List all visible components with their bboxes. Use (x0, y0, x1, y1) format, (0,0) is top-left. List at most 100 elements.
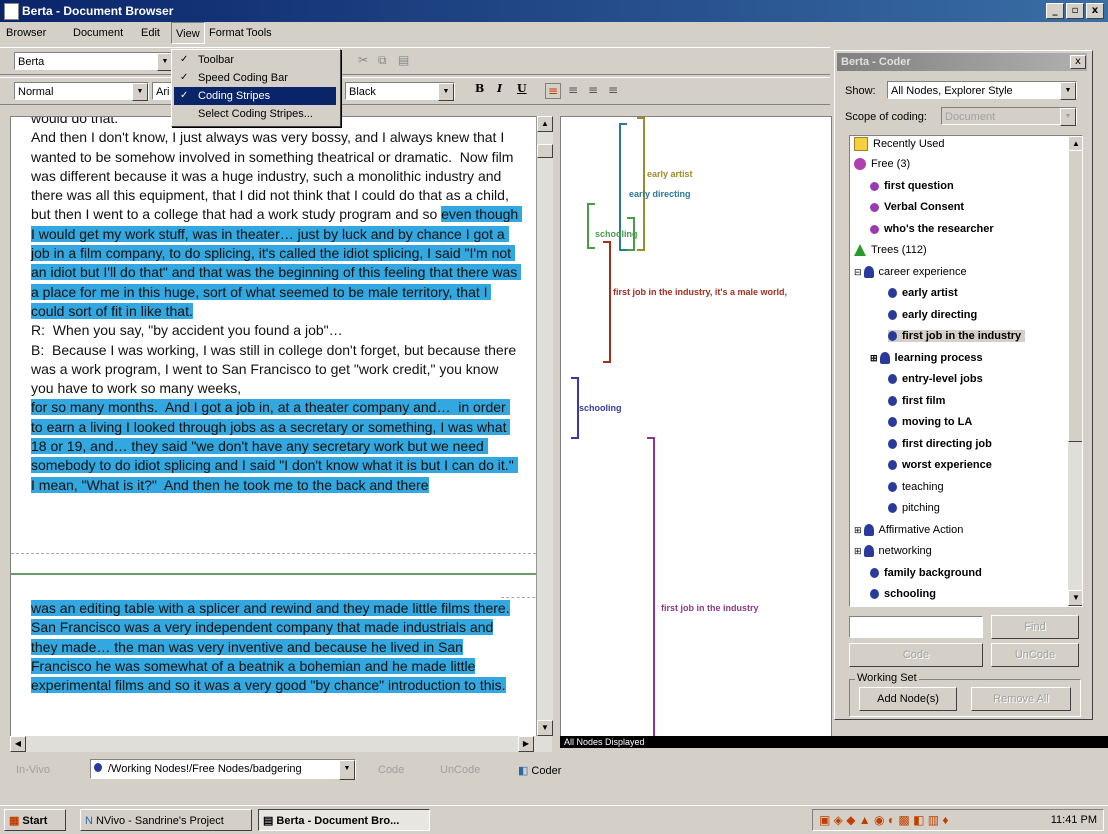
chevron-down-icon[interactable]: ▼ (1060, 82, 1076, 100)
underline-button[interactable]: U (517, 82, 527, 95)
scroll-left-icon[interactable]: ◀ (10, 736, 26, 752)
menu-view[interactable]: View (171, 22, 205, 44)
paste-icon[interactable]: ▤ (398, 53, 409, 67)
stripe-label[interactable]: schooling (579, 403, 622, 413)
chevron-down-icon[interactable]: ▼ (339, 760, 355, 780)
menu-format[interactable]: Format (209, 27, 244, 39)
menu-item-speed-coding-bar[interactable]: ✓ Speed Coding Bar (174, 69, 336, 87)
tree-item[interactable]: Recently Used (854, 137, 945, 151)
tree-item[interactable]: early directing (888, 309, 977, 321)
scroll-down-icon[interactable]: ▼ (537, 720, 553, 736)
node-icon (94, 763, 102, 772)
tree-item[interactable]: Free (3) (854, 158, 910, 171)
stripe-label[interactable]: early artist (647, 169, 693, 179)
tray-icons[interactable]: ▣ ◈ ◆ ▲ ◉ ◐ ▩ ◧ ▥ ♦ (819, 813, 949, 827)
tree-item[interactable]: first film (888, 395, 945, 407)
menu-item-toolbar[interactable]: ✓ Toolbar (174, 51, 336, 69)
find-button[interactable]: Find (991, 615, 1079, 639)
tree-item[interactable]: ⊞ learning process (870, 352, 983, 365)
menu-document[interactable]: Document (73, 27, 123, 39)
maximize-button[interactable]: ▫ (1066, 3, 1084, 19)
view-menu-dropdown: ✓ Toolbar ✓ Speed Coding Bar ✓ Coding St… (171, 49, 341, 127)
scroll-thumb[interactable] (537, 144, 553, 158)
italic-button[interactable]: I (497, 82, 502, 95)
uncode-speed-button[interactable]: UnCode (440, 764, 480, 776)
chevron-down-icon[interactable]: ▼ (132, 83, 148, 101)
stripe-label[interactable]: first job in the industry (661, 603, 759, 613)
tree-item[interactable]: Trees (112) (854, 244, 927, 257)
tree-item[interactable]: first directing job (888, 438, 992, 450)
stripe-label[interactable]: first job in the industry, it's a male w… (613, 287, 787, 297)
minimize-button[interactable]: _ (1046, 3, 1064, 19)
tree-item[interactable]: worst experience (888, 459, 992, 471)
start-button[interactable]: ▦ Start (4, 809, 66, 831)
taskbar-berta[interactable]: ▤ Berta - Document Bro... (258, 809, 430, 831)
tree-item[interactable]: teaching (888, 481, 944, 493)
document-name-field[interactable]: Berta ▼ (14, 52, 174, 71)
stripe-bracket (637, 117, 645, 251)
menu-item-coding-stripes[interactable]: ✓ Coding Stripes (174, 87, 336, 105)
menu-item-select-coding-stripes[interactable]: Select Coding Stripes... (174, 105, 336, 123)
menu-tools[interactable]: Tools (246, 27, 272, 39)
remove-all-button[interactable]: Remove All (971, 687, 1071, 711)
tree-item[interactable]: who's the researcher (870, 223, 994, 235)
tree-item[interactable]: ⊞ Affirmative Action (854, 524, 963, 537)
tree-item[interactable]: ⊞ networking (854, 545, 932, 558)
menu-browser[interactable]: Browser (6, 27, 46, 39)
tree-item[interactable]: family background (870, 567, 982, 579)
checkmark-icon: ✓ (180, 72, 189, 83)
person-icon (879, 352, 890, 365)
node-tree[interactable]: Recently Used Free (3) first question Ve… (849, 135, 1083, 607)
tree-item[interactable]: pitching (888, 502, 940, 514)
add-nodes-button[interactable]: Add Node(s) (859, 687, 957, 711)
scroll-thumb[interactable] (1068, 150, 1082, 442)
tree-item[interactable]: entry-level jobs (888, 373, 983, 385)
scope-select[interactable]: Document ▼ (941, 107, 1077, 126)
coded-passage: was an editing table with a splicer and … (31, 600, 510, 694)
tree-item[interactable]: early artist (888, 287, 958, 299)
chevron-down-icon[interactable]: ▼ (1060, 108, 1076, 126)
cut-icon[interactable]: ✂ (358, 53, 368, 67)
invivo-button[interactable]: In-Vivo (16, 764, 50, 776)
node-icon (888, 417, 897, 428)
align-left-icon[interactable]: ≡ (545, 83, 562, 99)
code-speed-button[interactable]: Code (378, 764, 404, 776)
justify-icon[interactable]: ≡ (608, 83, 618, 97)
stripe-label[interactable]: early directing (629, 189, 691, 199)
font-select[interactable]: Ari (152, 82, 172, 100)
close-button[interactable]: x (1086, 3, 1104, 19)
code-button[interactable]: Code (849, 643, 983, 667)
scroll-up-icon[interactable]: ▲ (537, 116, 553, 132)
taskbar-nvivo[interactable]: N NVivo - Sandrine's Project (80, 809, 252, 831)
find-input[interactable] (849, 616, 983, 638)
tree-item[interactable]: ⊟ career experience (854, 266, 967, 279)
tree-item[interactable]: Verbal Consent (870, 201, 964, 213)
uncode-button[interactable]: UnCode (991, 643, 1079, 667)
color-select[interactable]: Black ▼ (345, 82, 455, 101)
tree-scrollbar[interactable]: ▲ ▼ (1068, 136, 1082, 606)
tree-item[interactable]: schooling (870, 588, 936, 600)
document-icon (4, 3, 19, 20)
align-right-icon[interactable]: ≡ (588, 83, 598, 97)
person-icon (863, 545, 874, 558)
tree-item[interactable]: first question (870, 180, 954, 192)
coder-button[interactable]: ◧ Coder (518, 764, 561, 777)
tree-item-selected[interactable]: first job in the industry (888, 330, 1026, 342)
align-center-icon[interactable]: ≡ (568, 83, 578, 97)
tree-item[interactable]: moving to LA (888, 416, 972, 428)
copy-icon[interactable]: ⧉ (378, 53, 387, 68)
scroll-down-icon[interactable]: ▼ (1068, 590, 1082, 606)
style-select[interactable]: Normal ▼ (14, 82, 149, 101)
document-hscrollbar[interactable]: ◀ ▶ (10, 736, 552, 752)
node-path-select[interactable]: /Working Nodes!/Free Nodes/badgering ▼ (90, 759, 356, 780)
scroll-right-icon[interactable]: ▶ (518, 736, 534, 752)
bold-button[interactable]: B (475, 82, 484, 95)
chevron-down-icon[interactable]: ▼ (438, 83, 454, 101)
clock: 11:41 PM (1050, 814, 1097, 826)
stripes-status: All Nodes Displayed (560, 736, 1108, 748)
coder-close-button[interactable]: x (1070, 55, 1086, 69)
document-pane[interactable]: would do that. And then I don't know, I … (10, 116, 538, 738)
document-scrollbar[interactable]: ▲ ▼ (536, 116, 553, 736)
show-select[interactable]: All Nodes, Explorer Style ▼ (887, 81, 1077, 100)
menu-edit[interactable]: Edit (141, 27, 160, 39)
